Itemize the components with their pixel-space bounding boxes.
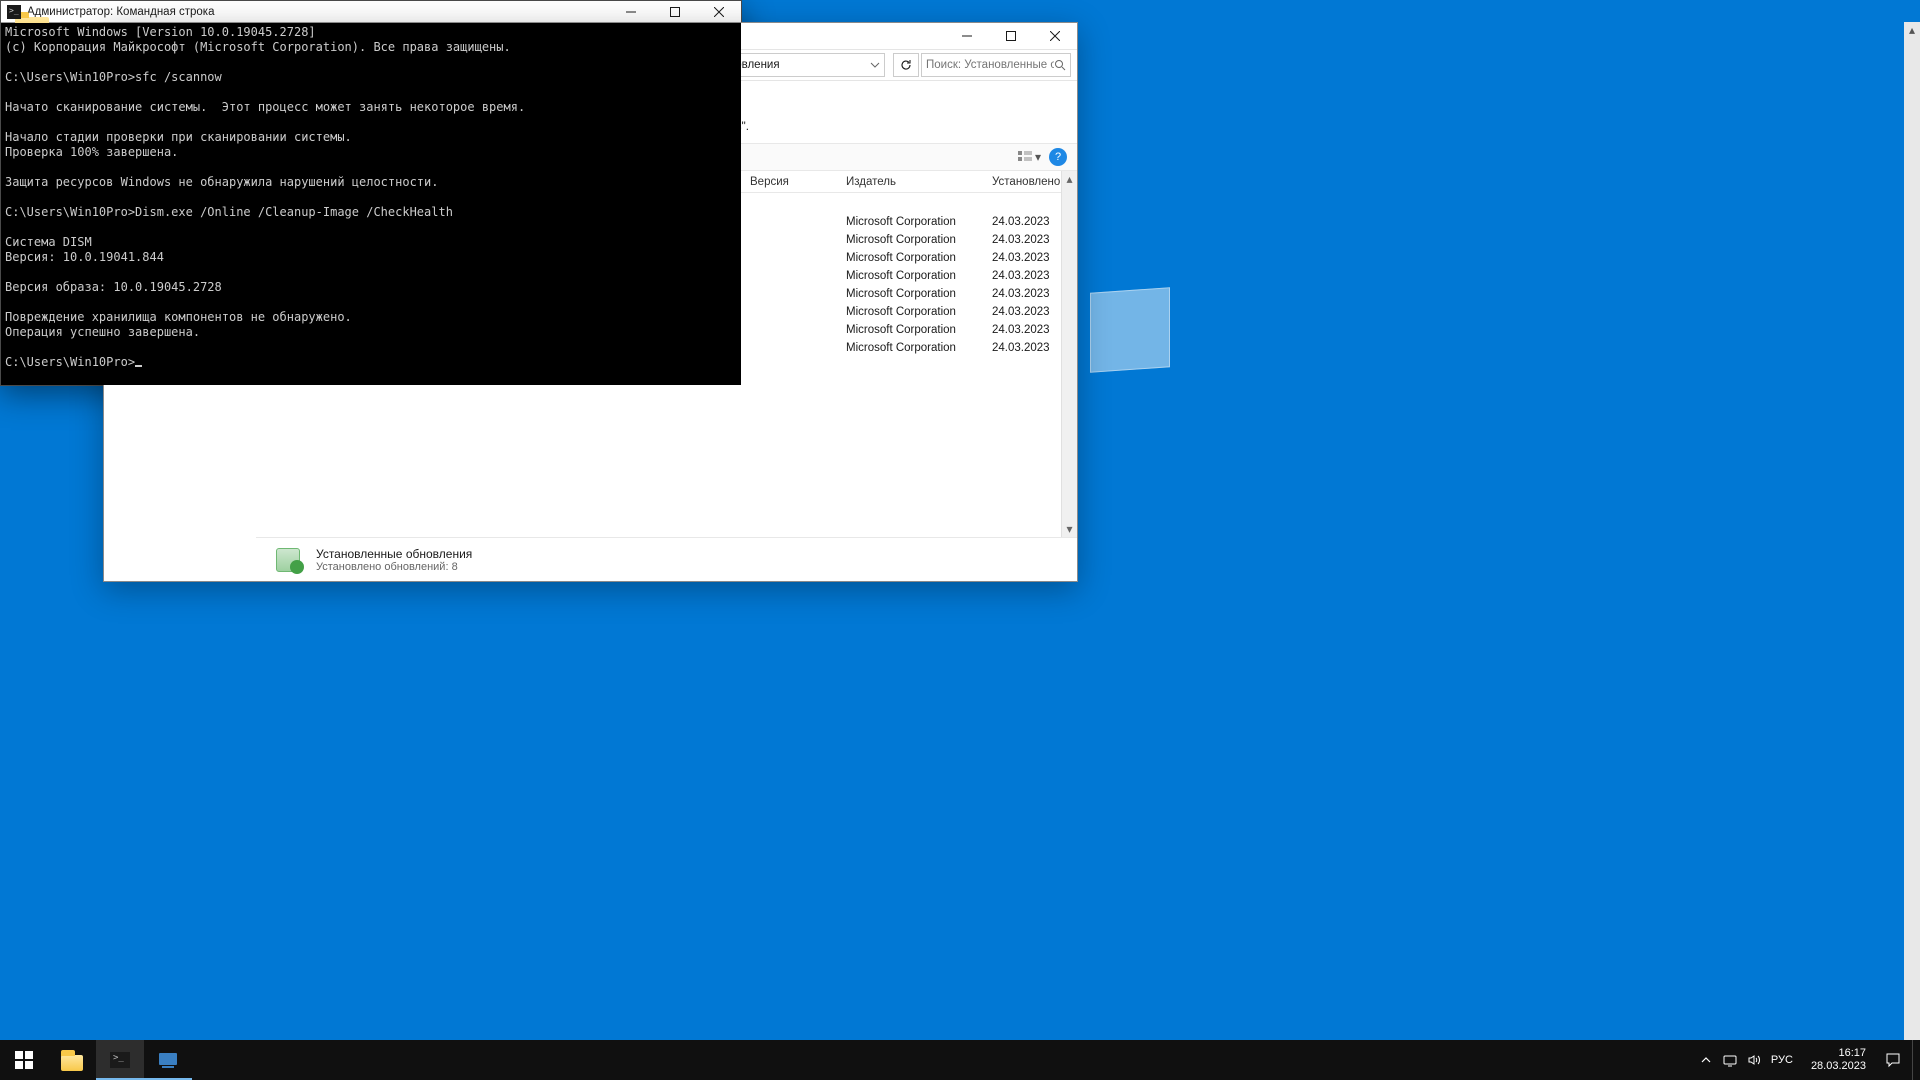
tray-language[interactable]: РУС [1771,1054,1793,1066]
tray-chevron-icon[interactable] [1699,1053,1713,1067]
cmd-window: Администратор: Командная строка Microsof… [0,0,742,386]
folder-icon [61,1055,83,1071]
column-version[interactable]: Версия [742,176,838,188]
search-input[interactable] [926,59,1054,71]
taskbar: >_ РУС 16:17 28.03.2023 [0,1040,1920,1080]
update-installed: 24.03.2023 [984,216,1056,228]
close-button[interactable] [697,1,741,23]
vertical-scrollbar[interactable]: ▴ ▾ [1061,171,1077,537]
update-publisher: Microsoft Corporation [838,324,984,336]
view-button[interactable]: ▾ [1017,150,1041,164]
update-publisher: Microsoft Corporation [838,306,984,318]
update-publisher: Microsoft Corporation [838,252,984,264]
refresh-button[interactable] [893,53,919,77]
help-button[interactable]: ? [1049,148,1067,166]
minimize-button[interactable] [609,1,653,23]
search-box[interactable] [921,53,1071,77]
tray-volume-icon[interactable] [1747,1053,1761,1067]
update-installed: 24.03.2023 [984,306,1056,318]
update-publisher: Microsoft Corporation [838,270,984,282]
update-publisher: Microsoft Corporation [838,342,984,354]
status-sub: Установлено обновлений: 8 [316,561,472,573]
maximize-button[interactable] [653,1,697,23]
address-dropdown-button[interactable] [870,60,880,70]
control-panel-icon [158,1051,178,1069]
tray-network-icon[interactable] [1723,1053,1737,1067]
update-installed: 24.03.2023 [984,324,1056,336]
column-publisher[interactable]: Издатель [838,176,984,188]
update-publisher: Microsoft Corporation [838,288,984,300]
terminal-output[interactable]: Microsoft Windows [Version 10.0.19045.27… [1,23,741,385]
scroll-up-button[interactable]: ▴ [1904,22,1920,38]
windows-icon [15,1051,33,1069]
tray-action-center[interactable] [1884,1040,1902,1080]
cmd-titlebar[interactable]: Администратор: Командная строка [1,1,741,23]
scroll-down-button[interactable]: ▾ [1062,521,1077,537]
status-title: Установленные обновления [316,547,472,561]
update-installed: 24.03.2023 [984,270,1056,282]
show-desktop-button[interactable] [1912,1040,1918,1080]
tray-clock[interactable]: 16:17 28.03.2023 [1803,1047,1874,1073]
maximize-button[interactable] [989,23,1033,49]
close-button[interactable] [1033,23,1077,49]
cmd-icon [7,5,21,19]
update-installed: 24.03.2023 [984,252,1056,264]
update-installed: 24.03.2023 [984,234,1056,246]
tray-time: 16:17 [1811,1047,1866,1060]
update-installed: 24.03.2023 [984,342,1056,354]
status-bar: Установленные обновления Установлено обн… [256,537,1077,581]
vertical-scrollbar[interactable]: ▴ ▾ [1904,22,1920,1080]
updates-icon [272,546,304,574]
search-icon [1054,59,1066,71]
update-publisher: Microsoft Corporation [838,234,984,246]
desktop-accent [1090,287,1170,373]
scroll-up-button[interactable]: ▴ [1062,171,1077,187]
cmd-icon: >_ [110,1052,130,1068]
start-button[interactable] [0,1040,48,1080]
update-publisher: Microsoft Corporation [838,216,984,228]
column-installed[interactable]: Установлено [984,176,1056,188]
update-installed: 24.03.2023 [984,288,1056,300]
chevron-down-icon: ▾ [1035,150,1041,164]
taskbar-file-explorer[interactable] [48,1040,96,1080]
view-icon [1017,150,1033,164]
tray-date: 28.03.2023 [1811,1060,1866,1073]
taskbar-cmd[interactable]: >_ [96,1040,144,1080]
taskbar-control-panel[interactable] [144,1040,192,1080]
minimize-button[interactable] [945,23,989,49]
